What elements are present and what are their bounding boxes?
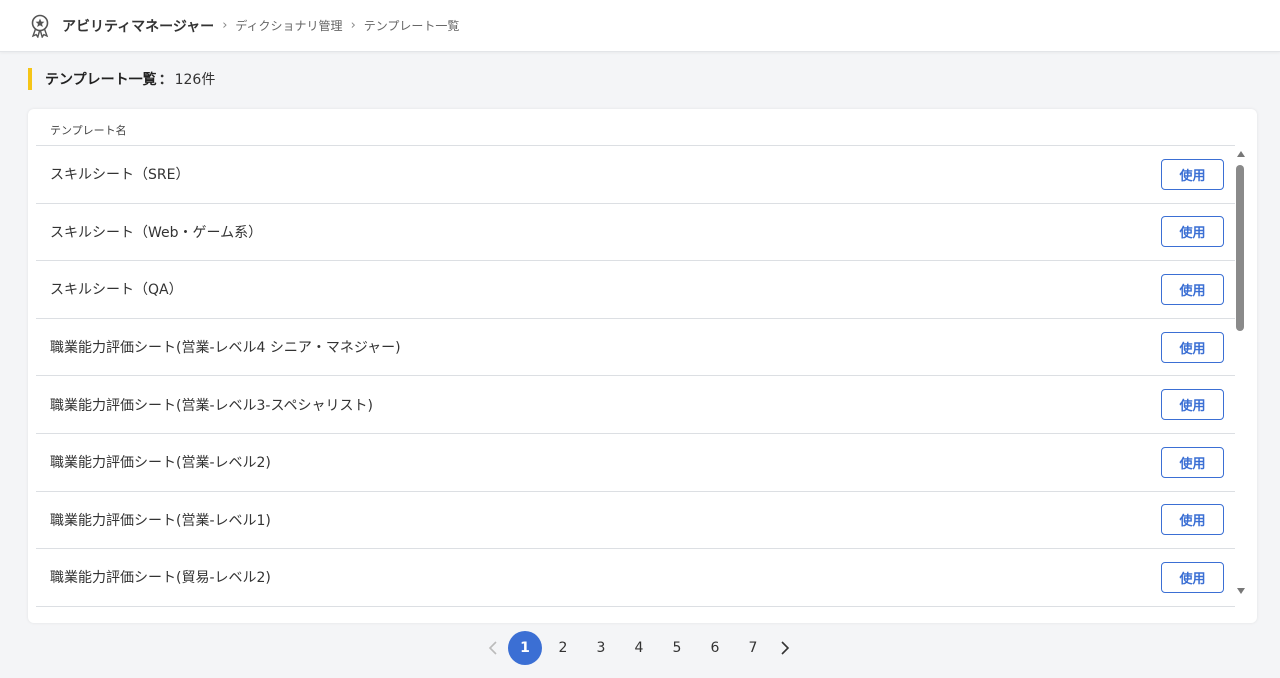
table-row: 職業能力評価シート(営業-レベル1) 使用	[36, 492, 1235, 550]
use-button[interactable]: 使用	[1161, 446, 1224, 478]
use-button[interactable]: 使用	[1161, 561, 1224, 593]
column-header-template-name: テンプレート名	[36, 109, 1235, 146]
breadcrumb-current: テンプレート一覧	[363, 19, 460, 33]
use-button[interactable]: 使用	[1161, 389, 1224, 421]
page-title: テンプレート一覧 ： 126件	[28, 68, 215, 90]
chevron-right-icon: ›	[350, 18, 356, 33]
scroll-down-arrow-icon[interactable]	[1237, 588, 1245, 594]
list-scrollbar[interactable]	[1235, 149, 1247, 599]
scrollbar-thumb[interactable]	[1236, 165, 1244, 331]
template-name: スキルシート（SRE）	[50, 167, 190, 184]
template-name: スキルシート（QA）	[50, 282, 183, 299]
breadcrumb-dictionary[interactable]: ディクショナリ管理	[235, 17, 342, 34]
table-row: スキルシート（QA） 使用	[36, 261, 1235, 319]
use-button[interactable]: 使用	[1161, 216, 1224, 248]
use-button[interactable]: 使用	[1161, 158, 1224, 190]
use-button[interactable]: 使用	[1161, 504, 1224, 536]
table-row: 職業能力評価シート(営業-レベル4 シニア・マネジャー) 使用	[36, 319, 1235, 377]
use-button[interactable]: 使用	[1161, 331, 1224, 363]
page-title-label: テンプレート一覧	[45, 72, 157, 88]
table-row: スキルシート（SRE） 使用	[36, 146, 1235, 204]
page-title-colon: ：	[158, 72, 173, 88]
use-button[interactable]: 使用	[1161, 273, 1224, 305]
template-name: 職業能力評価シート(営業-レベル3-スペシャリスト)	[50, 397, 373, 414]
table-row: 職業能力評価シート(貿易-レベル2) 使用	[36, 549, 1235, 607]
page-6-button[interactable]: 6	[698, 631, 732, 665]
template-count: 126件	[174, 72, 216, 88]
app-header: アビリティマネージャー › ディクショナリ管理 › テンプレート一覧	[0, 0, 1280, 52]
page-4-button[interactable]: 4	[622, 631, 656, 665]
page-3-button[interactable]: 3	[584, 631, 618, 665]
chevron-right-icon: ›	[222, 18, 228, 33]
template-name: スキルシート（Web・ゲーム系）	[50, 224, 263, 241]
table-row: 職業能力評価シート(営業-レベル3-スペシャリスト) 使用	[36, 376, 1235, 434]
template-name: 職業能力評価シート(営業-レベル2)	[50, 455, 271, 472]
award-badge-icon[interactable]	[28, 14, 52, 38]
page-5-button[interactable]: 5	[660, 631, 694, 665]
template-name: 職業能力評価シート(貿易-レベル2)	[50, 570, 271, 587]
pagination: 1 2 3 4 5 6 7	[480, 631, 798, 665]
table-row: スキルシート（Web・ゲーム系） 使用	[36, 204, 1235, 262]
template-list-card: テンプレート名 スキルシート（SRE） 使用 スキルシート（Web・ゲーム系） …	[28, 109, 1257, 623]
chevron-left-icon[interactable]	[480, 631, 506, 665]
app-name-link[interactable]: アビリティマネージャー	[62, 16, 214, 36]
scroll-up-arrow-icon[interactable]	[1237, 151, 1245, 157]
template-name: 職業能力評価シート(営業-レベル1)	[50, 512, 271, 529]
template-name: 職業能力評価シート(営業-レベル4 シニア・マネジャー)	[50, 340, 401, 357]
table-row: 職業能力評価シート(営業-レベル2) 使用	[36, 434, 1235, 492]
page-7-button[interactable]: 7	[736, 631, 770, 665]
page-2-button[interactable]: 2	[546, 631, 580, 665]
template-list: スキルシート（SRE） 使用 スキルシート（Web・ゲーム系） 使用 スキルシー…	[36, 146, 1235, 607]
chevron-right-icon[interactable]	[772, 631, 798, 665]
page-1-button[interactable]: 1	[508, 631, 542, 665]
